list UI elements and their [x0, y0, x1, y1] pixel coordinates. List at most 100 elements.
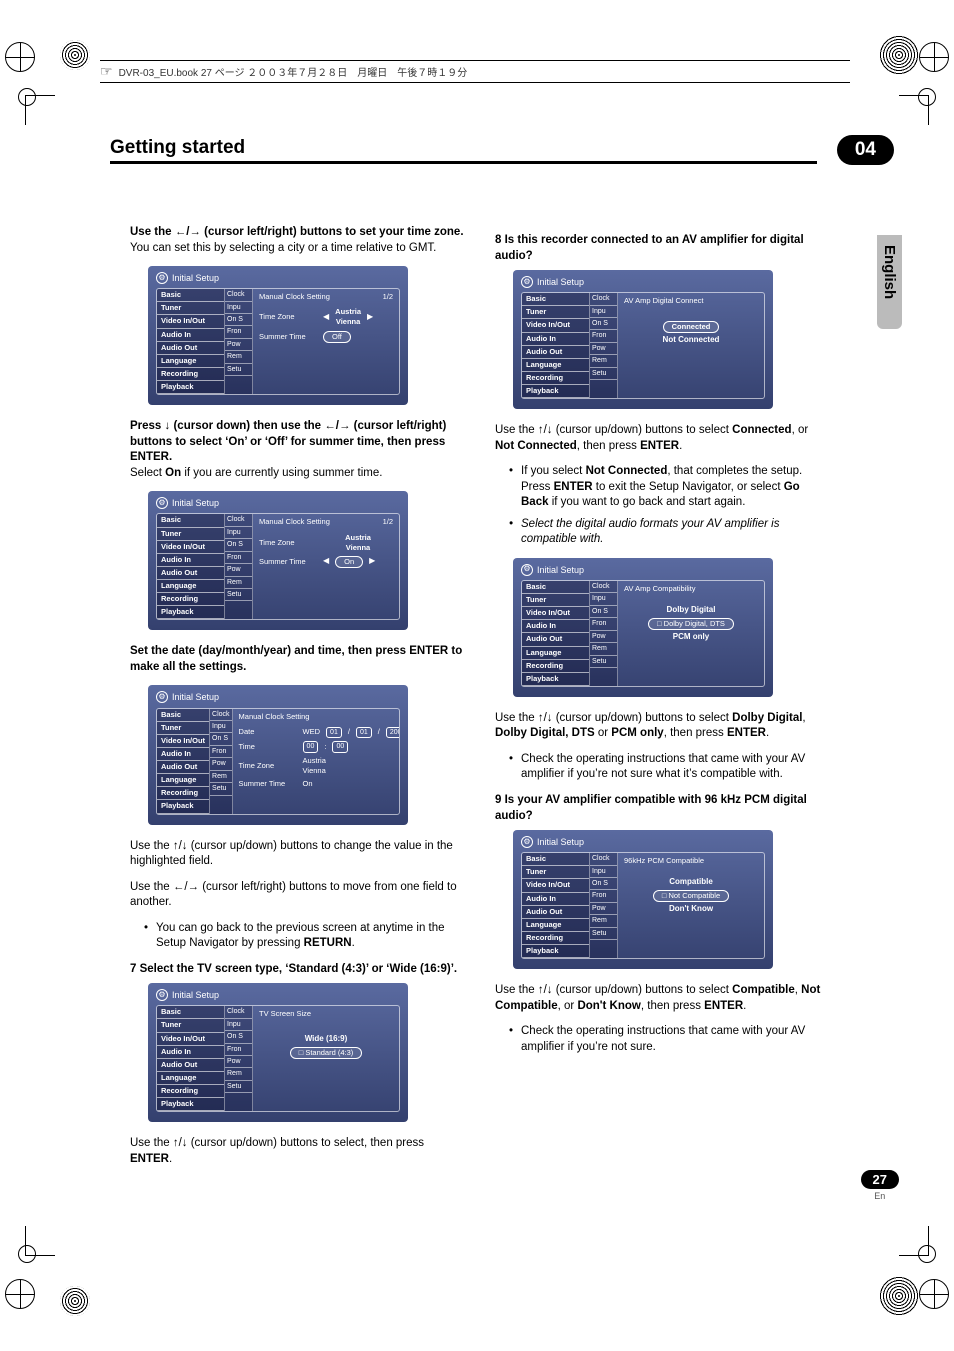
osd-menu-item: Language — [522, 647, 589, 660]
osd-menu-item: Setu — [590, 656, 617, 668]
step-tz-text: You can set this by selecting a city or … — [130, 242, 436, 254]
p6a: Use the ↑/↓ (cursor up/down) buttons to … — [130, 1137, 424, 1149]
osd-menu-item: Video In/Out — [157, 735, 209, 748]
osd-menu-item: Inpu — [225, 302, 252, 314]
osd-menu-item: Audio In — [157, 554, 224, 567]
osd-menu-item: Clock — [225, 514, 252, 526]
osd-menu-item: Tuner — [522, 306, 589, 319]
gear-icon: ⚙ — [156, 691, 168, 703]
r1g: . — [679, 440, 682, 452]
osd-menu-item: Pow — [210, 758, 232, 770]
osd-st-label: Summer Time — [239, 779, 297, 789]
osd-menu-item: Video In/Out — [522, 879, 589, 892]
osd-tz-city: Vienna — [346, 543, 370, 552]
osd-tvscreen: ⚙Initial Setup BasicTunerVideo In/OutAud… — [148, 983, 408, 1122]
gear-icon: ⚙ — [156, 272, 168, 284]
osd-menu-item: Recording — [522, 660, 589, 673]
bookline-text: DVR-03_EU.book 27 ページ ２００３年７月２８日 月曜日 午後７… — [119, 64, 468, 79]
hand-icon: ☞ — [100, 63, 113, 80]
r1c: , or — [792, 424, 809, 436]
osd-menu-item: Basic — [522, 853, 589, 866]
osd-menu-item: On S — [590, 606, 617, 618]
osd-menu-item: Tuner — [157, 722, 209, 735]
cropmark-tl — [25, 95, 55, 125]
b1a: If you select — [521, 465, 586, 477]
osd-st-value: On — [335, 556, 363, 568]
step-st-b: On — [165, 467, 181, 479]
b1g: if you want to go back and start again. — [549, 496, 746, 508]
osd-title: Initial Setup — [537, 276, 584, 288]
step-tz-bold: Use the ←/→ (cursor left/right) buttons … — [130, 226, 464, 238]
r2b: Dolby Digital — [732, 712, 802, 724]
osd-time-h: 00 — [303, 741, 319, 752]
osd-submenu: ClockInpuOn SFronPowRemSetu — [225, 289, 253, 394]
osd-menu-item: Rem — [225, 577, 252, 589]
osd-heading: AV Amp Compatibility — [624, 584, 696, 594]
bullet-check-amp1: Check the operating instructions that ca… — [509, 752, 830, 783]
gear-icon: ⚙ — [156, 497, 168, 509]
osd-menu-item: Audio Out — [522, 633, 589, 646]
osd-tz1: Austria — [303, 756, 326, 765]
right-arrow-icon: ▶ — [369, 556, 375, 567]
osd-date-y: 2003 — [386, 727, 400, 738]
r1d: Not Connected — [495, 440, 577, 452]
osd-time-m: 00 — [332, 741, 348, 752]
osd-avamp-connect: ⚙Initial Setup BasicTunerVideo In/OutAud… — [513, 270, 773, 409]
osd-menu-item: Video In/Out — [157, 1033, 224, 1046]
osd-menu-item: Rem — [590, 355, 617, 367]
osd-menu-item: Language — [522, 359, 589, 372]
osd-menu-item: Setu — [590, 928, 617, 940]
osd-menu-item: Basic — [157, 289, 224, 302]
bullet-check-amp2: Check the operating instructions that ca… — [509, 1024, 830, 1055]
osd-st-label: Summer Time — [259, 332, 317, 342]
osd-menu-item: Playback — [522, 673, 589, 686]
osd-menu-item: Pow — [225, 1056, 252, 1068]
osd-menu-item: Inpu — [225, 527, 252, 539]
osd-menu-item: Rem — [225, 351, 252, 363]
osd-menu-item: Fron — [225, 552, 252, 564]
osd-menu-item: Video In/Out — [522, 607, 589, 620]
osd-menu-item: Clock — [590, 581, 617, 593]
osd-heading: Manual Clock Setting — [259, 517, 330, 527]
osd-page: 1/2 — [383, 517, 393, 527]
osd-menu-item: Setu — [210, 783, 232, 795]
crop-fancy-tl — [60, 40, 90, 70]
osd-menu-item: On S — [225, 1031, 252, 1043]
osd-menu-item: Language — [522, 919, 589, 932]
osd-menu-item: Inpu — [225, 1019, 252, 1031]
osd-menu-item: Video In/Out — [522, 319, 589, 332]
r3a: Use the ↑/↓ (cursor up/down) buttons to … — [495, 984, 732, 996]
osd-menu-item: Audio Out — [522, 906, 589, 919]
osd-menu-item: On S — [210, 733, 232, 745]
page-content: Use the ←/→ (cursor left/right) buttons … — [130, 225, 830, 1177]
osd-submenu: ClockInpuOn SFronPowRemSetu — [590, 581, 618, 686]
osd-opt-notcompat: □ Not Compatible — [653, 890, 729, 902]
osd-menu-item: Rem — [210, 771, 232, 783]
p6c: . — [169, 1153, 172, 1165]
bullet-return: You can go back to the previous screen a… — [144, 921, 465, 952]
osd-menu-item: Basic — [157, 709, 209, 722]
osd-menu-item: Recording — [522, 932, 589, 945]
r3f: Don't Know — [577, 1000, 640, 1012]
osd-menu-item: Inpu — [590, 593, 617, 605]
osd-summertime: ⚙Initial Setup BasicTunerVideo In/OutAud… — [148, 491, 408, 630]
cropmark-br — [899, 1226, 929, 1256]
osd-menu: BasicTunerVideo In/OutAudio InAudio OutL… — [522, 581, 590, 686]
r2c: , — [802, 712, 805, 724]
osd-menu-item: Basic — [522, 293, 589, 306]
osd-opt-dd: Dolby Digital — [663, 605, 720, 616]
osd-menu-item: Audio Out — [157, 567, 224, 580]
osd-tz-label: Time Zone — [259, 312, 317, 322]
osd-opt-std: □ Standard (4:3) — [290, 1047, 363, 1059]
osd-menu-item: On S — [590, 878, 617, 890]
osd-st-value: Off — [323, 331, 351, 343]
left-arrow-icon: ◀ — [323, 312, 329, 323]
osd-menu-item: Audio In — [157, 1046, 224, 1059]
osd-96khz: ⚙Initial Setup BasicTunerVideo In/OutAud… — [513, 830, 773, 969]
r2e: or — [595, 727, 612, 739]
osd-heading: AV Amp Digital Connect — [624, 296, 703, 306]
osd-tz-country: Austria — [335, 307, 361, 316]
osd-menu-item: Setu — [225, 589, 252, 601]
r2d: Dolby Digital, DTS — [495, 727, 595, 739]
cropmark-tr — [899, 95, 929, 125]
